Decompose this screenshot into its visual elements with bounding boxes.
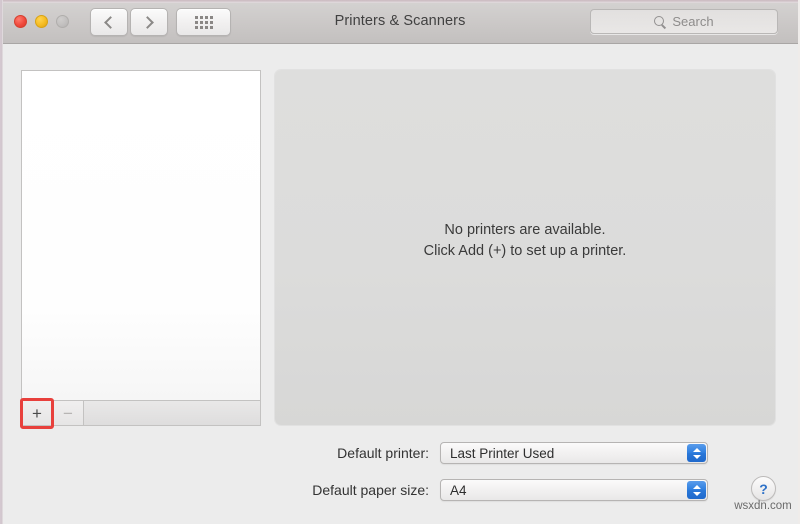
default-printer-select[interactable]: Last Printer Used: [440, 442, 708, 464]
default-printer-value: Last Printer Used: [450, 445, 555, 461]
empty-state-line-1: No printers are available.: [444, 222, 606, 238]
default-printer-row: Default printer: Last Printer Used: [0, 442, 740, 464]
add-printer-button[interactable]: +: [22, 401, 53, 425]
printer-detail-panel: No printers are available. Click Add (+)…: [275, 70, 775, 425]
help-button[interactable]: ?: [751, 476, 776, 501]
empty-state-line-2: Click Add (+) to set up a printer.: [423, 243, 627, 259]
remove-printer-button: −: [53, 401, 84, 425]
default-paper-size-row: Default paper size: A4: [0, 479, 740, 501]
search-placeholder: Search: [672, 14, 714, 29]
search-input[interactable]: Search: [590, 9, 778, 34]
preferences-window: Printers & Scanners Search + − No printe…: [0, 0, 800, 524]
default-printer-label: Default printer:: [337, 445, 429, 461]
default-paper-size-value: A4: [450, 482, 467, 498]
window-edge-left: [0, 0, 3, 524]
default-paper-size-stepper-icon[interactable]: [687, 481, 706, 499]
window-toolbar: Printers & Scanners Search: [0, 0, 800, 44]
printer-list-toolbar: + −: [21, 400, 261, 426]
printer-list[interactable]: [21, 70, 261, 400]
printer-list-toolbar-filler: [84, 401, 260, 425]
window-edge-top: [0, 0, 800, 3]
watermark-text: wsxdn.com: [734, 500, 792, 512]
empty-state-message: No printers are available. Click Add (+)…: [275, 220, 775, 262]
preferences-content: + − No printers are available. Click Add…: [0, 44, 800, 524]
default-printer-stepper-icon[interactable]: [687, 444, 706, 462]
default-paper-size-select[interactable]: A4: [440, 479, 708, 501]
default-paper-size-label: Default paper size:: [312, 482, 429, 498]
search-icon: [654, 15, 666, 28]
